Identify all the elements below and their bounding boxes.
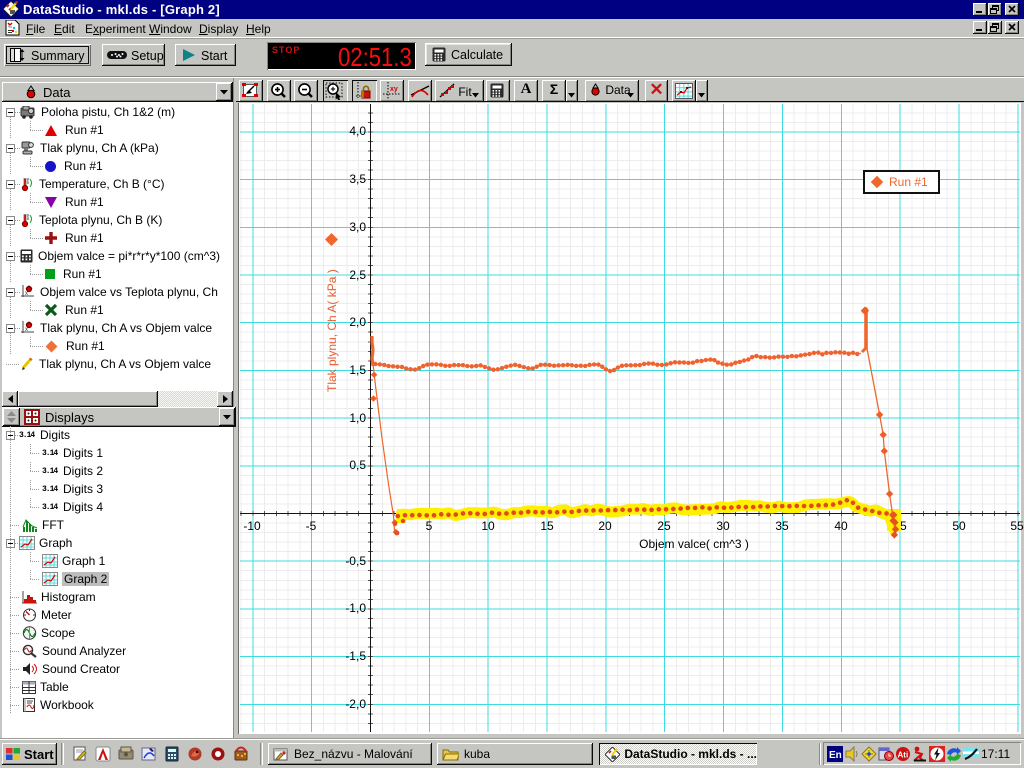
svg-text:En: En xyxy=(829,750,842,761)
svg-text:x: x xyxy=(25,291,28,297)
svg-text:Ati: Ati xyxy=(898,751,909,760)
svg-text:xy: xy xyxy=(390,86,398,93)
svg-text:x: x xyxy=(25,327,28,333)
